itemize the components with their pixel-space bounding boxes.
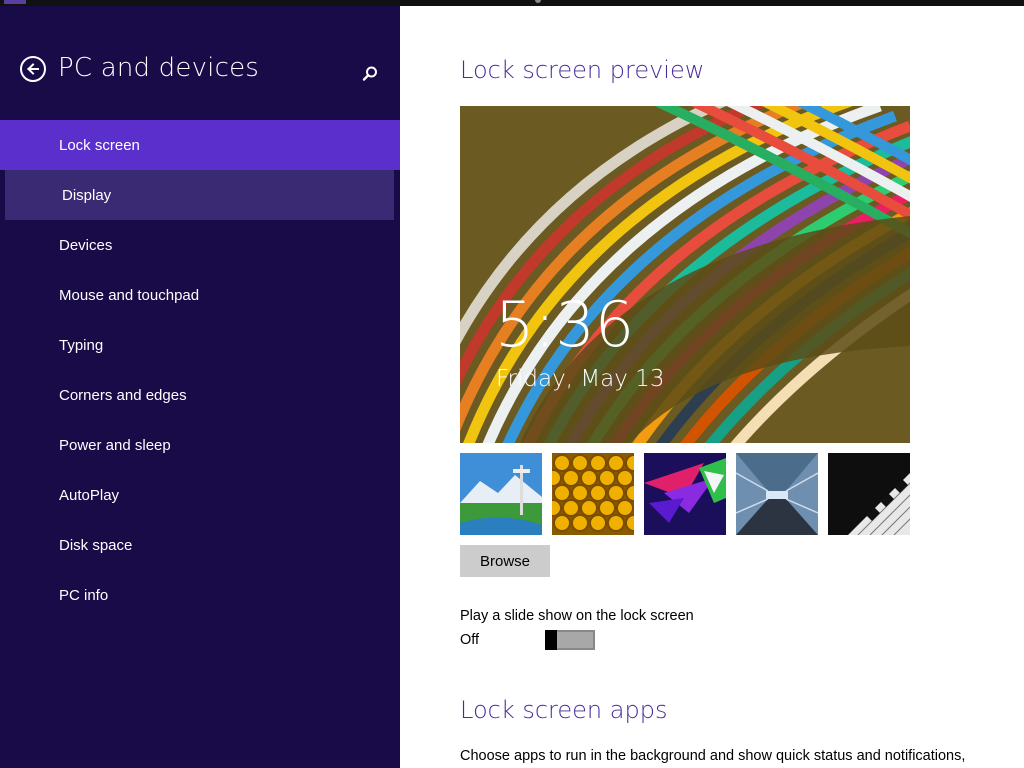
search-icon <box>362 66 377 81</box>
space-needle-image <box>460 453 542 535</box>
sidebar-item-label: Lock screen <box>59 136 140 154</box>
lock-screen-apps-description: Choose apps to run in the background and… <box>460 748 966 764</box>
slideshow-label: Play a slide show on the lock screen <box>460 608 694 624</box>
piano-image <box>828 453 910 535</box>
lock-screen-apps-heading: Lock screen apps <box>460 696 668 724</box>
sidebar-item-label: Power and sleep <box>59 436 171 454</box>
tunnel-image <box>736 453 818 535</box>
slideshow-toggle[interactable] <box>545 630 595 650</box>
slideshow-toggle-state: Off <box>460 632 480 648</box>
sidebar-item-power-and-sleep[interactable]: Power and sleep <box>0 420 400 470</box>
preview-date: Friday, May 13 <box>496 366 665 392</box>
thumbnail-honeycomb[interactable] <box>552 453 634 535</box>
sidebar-item-label: Devices <box>59 236 113 254</box>
toggle-knob <box>545 630 557 650</box>
search-button[interactable] <box>360 64 380 84</box>
sidebar: PC and devices Lock screen Display Devic… <box>0 6 400 768</box>
sidebar-item-mouse-and-touchpad[interactable]: Mouse and touchpad <box>0 270 400 320</box>
sidebar-item-devices[interactable]: Devices <box>0 220 400 270</box>
sidebar-item-lock-screen[interactable]: Lock screen <box>0 120 400 170</box>
sidebar-nav: Lock screen Display Devices Mouse and to… <box>0 120 400 620</box>
prism-image <box>644 453 726 535</box>
sidebar-item-corners-and-edges[interactable]: Corners and edges <box>0 370 400 420</box>
thumbnail-piano[interactable] <box>828 453 910 535</box>
sidebar-item-label: AutoPlay <box>59 486 120 504</box>
thumbnail-space-needle[interactable] <box>460 453 542 535</box>
wallpaper-thumbnails <box>460 453 910 535</box>
back-button[interactable] <box>20 56 46 82</box>
sidebar-item-disk-space[interactable]: Disk space <box>0 520 400 570</box>
sidebar-item-label: Corners and edges <box>59 386 187 404</box>
sidebar-item-label: Display <box>62 186 112 204</box>
sidebar-item-display[interactable]: Display <box>5 170 394 220</box>
thumbnail-prism[interactable] <box>644 453 726 535</box>
sidebar-item-autoplay[interactable]: AutoPlay <box>0 470 400 520</box>
sidebar-item-label: Mouse and touchpad <box>59 286 200 304</box>
lock-screen-preview: 5:36 Friday, May 13 <box>460 106 910 443</box>
sidebar-item-label: PC info <box>59 586 109 604</box>
preview-time: 5:36 <box>495 288 635 361</box>
browse-button[interactable]: Browse <box>460 545 550 577</box>
title-bar-grip <box>535 0 541 3</box>
main-content: Lock screen preview 5:36 Friday, May 13 … <box>400 6 1024 768</box>
sidebar-item-typing[interactable]: Typing <box>0 320 400 370</box>
honeycomb-image <box>552 453 634 535</box>
sidebar-item-label: Typing <box>59 336 104 354</box>
sidebar-title: PC and devices <box>58 53 260 83</box>
thumbnail-tunnel[interactable] <box>736 453 818 535</box>
sidebar-item-pc-info[interactable]: PC info <box>0 570 400 620</box>
lock-screen-preview-heading: Lock screen preview <box>460 56 705 84</box>
back-arrow-icon <box>27 63 39 75</box>
preview-wallpaper <box>460 106 910 443</box>
sidebar-item-label: Disk space <box>59 536 133 554</box>
app-indicator <box>4 0 26 4</box>
